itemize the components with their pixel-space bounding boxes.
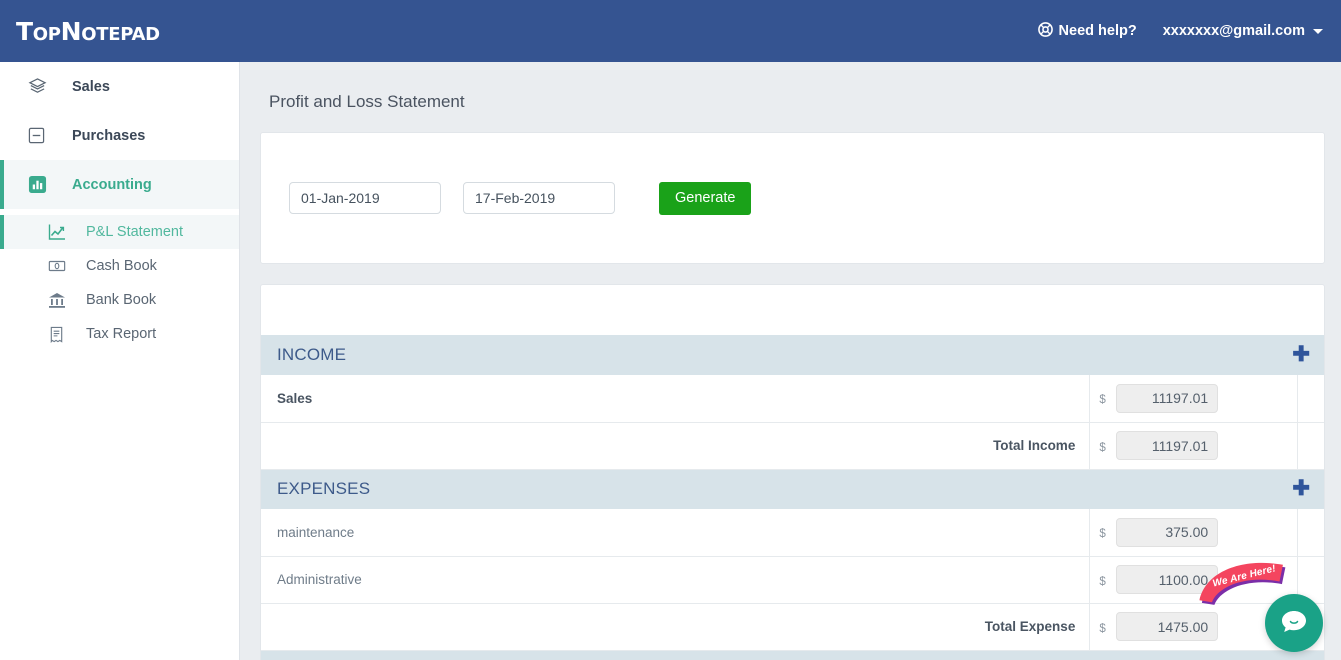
plus-icon[interactable]: ✚ <box>1292 478 1310 499</box>
currency-symbol: $ <box>1099 575 1106 588</box>
sidebar-item-pl-statement[interactable]: P&L Statement <box>0 215 239 249</box>
to-date-input[interactable] <box>463 182 615 214</box>
top-header: TopNotepad Need help? xxxxxxx@gmail.com <box>0 0 1341 62</box>
app-logo[interactable]: TopNotepad <box>0 17 240 46</box>
row-amount-cell: $ <box>1089 556 1298 604</box>
section-title-partial <box>261 650 1090 660</box>
chat-launcher-button[interactable] <box>1265 594 1323 652</box>
add-expense-row-cell: ✚ <box>1089 469 1324 509</box>
table-row: Sales $ <box>261 375 1324 423</box>
sidebar-item-label: Purchases <box>72 127 146 144</box>
currency-symbol: $ <box>1099 528 1106 541</box>
row-action-cell <box>1296 422 1324 470</box>
add-income-row-cell: ✚ <box>1089 335 1324 375</box>
row-action-cell <box>1296 509 1324 557</box>
row-label: maintenance <box>261 509 1090 557</box>
total-amount-input <box>1116 431 1219 460</box>
row-label: Administrative <box>261 556 1090 604</box>
sidebar-item-label: Cash Book <box>86 258 157 274</box>
generate-button[interactable]: Generate <box>659 181 752 215</box>
header-right-group: Need help? xxxxxxx@gmail.com <box>1037 21 1341 41</box>
chat-bubble-icon <box>1279 606 1309 641</box>
sidebar-item-label: P&L Statement <box>86 224 183 240</box>
table-row-total: Total Income $ <box>261 422 1324 470</box>
chevron-down-icon <box>1313 28 1323 34</box>
section-header-next-partial <box>261 650 1324 660</box>
row-amount-cell: $ <box>1089 375 1298 423</box>
sidebar-item-label: Accounting <box>72 176 152 193</box>
statement-card: INCOME ✚ Sales $ Total Income <box>260 284 1325 660</box>
sidebar-item-sales[interactable]: Sales <box>0 62 239 111</box>
banknote-icon <box>48 257 76 275</box>
need-help-link[interactable]: Need help? <box>1037 21 1137 41</box>
table-row: Administrative $ <box>261 556 1324 604</box>
section-header-expenses: EXPENSES ✚ <box>261 469 1324 509</box>
main-content: Profit and Loss Statement Generate INCOM… <box>241 62 1341 660</box>
need-help-label: Need help? <box>1058 23 1137 39</box>
row-label: Sales <box>261 375 1090 423</box>
plus-icon[interactable]: ✚ <box>1292 344 1310 365</box>
total-label: Total Income <box>261 422 1090 470</box>
sidebar-item-bank-book[interactable]: Bank Book <box>0 283 239 317</box>
sidebar-item-tax-report[interactable]: Tax Report <box>0 317 239 351</box>
table-row: maintenance $ <box>261 509 1324 557</box>
amount-input[interactable] <box>1116 517 1219 547</box>
sidebar-item-accounting[interactable]: Accounting <box>0 160 239 209</box>
from-date-input[interactable] <box>289 182 441 214</box>
currency-symbol: $ <box>1099 441 1106 454</box>
total-label: Total Expense <box>261 603 1090 651</box>
sidebar: Sales Purchases Accounting P&L Statement… <box>0 62 240 660</box>
row-amount-cell: $ <box>1089 509 1298 557</box>
layers-icon <box>28 77 60 96</box>
currency-symbol: $ <box>1099 622 1106 635</box>
minus-square-icon <box>28 127 60 144</box>
section-title: INCOME <box>261 335 1090 375</box>
profit-loss-table: INCOME ✚ Sales $ Total Income <box>261 335 1324 660</box>
sidebar-item-cash-book[interactable]: Cash Book <box>0 249 239 283</box>
currency-symbol: $ <box>1099 394 1106 407</box>
total-amount-cell: $ <box>1089 422 1298 470</box>
sidebar-item-purchases[interactable]: Purchases <box>0 111 239 160</box>
life-ring-icon <box>1037 21 1053 41</box>
section-title: EXPENSES <box>261 469 1090 509</box>
row-action-cell <box>1296 375 1324 423</box>
sidebar-item-label: Sales <box>72 78 110 95</box>
user-email-label: xxxxxxx@gmail.com <box>1162 23 1305 39</box>
total-amount-input <box>1116 612 1219 641</box>
receipt-icon <box>48 326 76 343</box>
bank-icon <box>48 291 76 309</box>
filters-card: Generate <box>260 132 1325 264</box>
bar-chart-icon <box>28 175 60 194</box>
amount-input[interactable] <box>1116 565 1219 594</box>
section-header-income: INCOME ✚ <box>261 335 1324 375</box>
line-chart-icon <box>48 223 76 241</box>
page-title: Profit and Loss Statement <box>269 92 465 111</box>
sidebar-item-label: Bank Book <box>86 292 157 308</box>
sidebar-item-label: Tax Report <box>86 326 157 342</box>
amount-input[interactable] <box>1116 383 1219 413</box>
user-account-menu[interactable]: xxxxxxx@gmail.com <box>1163 23 1323 39</box>
table-row-total: Total Expense $ <box>261 603 1324 651</box>
